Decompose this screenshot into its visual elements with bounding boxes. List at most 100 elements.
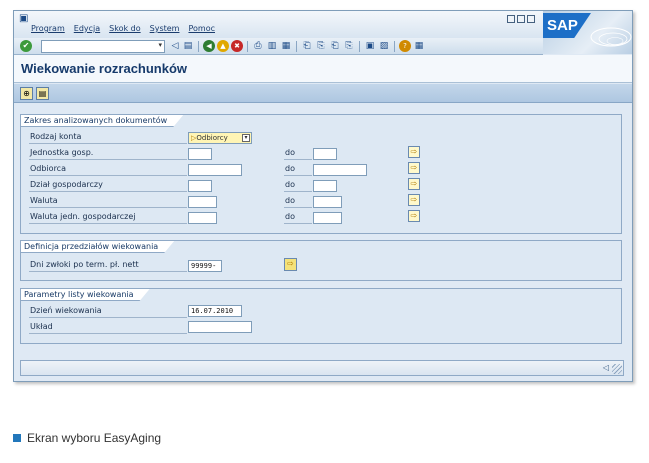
group-params-title: Parametry listy wiekowania [21, 289, 150, 301]
menu-system[interactable]: System [150, 24, 180, 33]
first-page-icon[interactable]: ⎗ [301, 40, 313, 52]
group-params: Parametry listy wiekowania Dzień wiekowa… [20, 288, 622, 344]
system-menu-icon[interactable]: ▣ [19, 13, 28, 24]
print-icon[interactable]: ⎙ [252, 40, 264, 52]
page-title: Wiekowanie rozrachunków [21, 61, 188, 76]
company-code-to-input[interactable] [313, 148, 337, 160]
group-scope: Zakres analizowanych dokumentów Rodzaj k… [20, 114, 622, 234]
currency-from-input[interactable] [188, 196, 217, 208]
back-nav-icon[interactable]: ◀ [203, 40, 215, 52]
multiple-selection-arrow-icon[interactable]: ⇨ [408, 210, 420, 222]
resize-grip-icon[interactable] [612, 364, 622, 374]
label-underline [29, 317, 187, 318]
prev-page-icon[interactable]: ⎘ [315, 40, 327, 52]
business-area-to-input[interactable] [313, 180, 337, 192]
execute-button[interactable]: ⊕ [20, 87, 33, 100]
back-icon[interactable]: ◁ [169, 40, 181, 52]
dropdown-icon[interactable]: ▾ [242, 134, 250, 142]
menu-pomoc[interactable]: Pomoc [188, 24, 215, 33]
edit-intervals-button[interactable]: ⇨ [284, 258, 297, 271]
multiple-selection-arrow-icon[interactable]: ⇨ [408, 162, 420, 174]
toolbar-separator [247, 41, 248, 52]
label-underline [284, 175, 312, 176]
figure-caption: Ekran wyboru EasyAging [13, 431, 161, 445]
label-underline [29, 271, 187, 272]
find-next-icon[interactable]: ▦ [280, 40, 292, 52]
application-toolbar: ⊕ ▤ [14, 84, 632, 103]
label-underline [284, 223, 312, 224]
multiple-selection-arrow-icon[interactable]: ⇨ [408, 146, 420, 158]
find-icon[interactable]: ▥ [266, 40, 278, 52]
minimize-button[interactable] [507, 15, 515, 23]
cancel-icon[interactable]: ✖ [231, 40, 243, 52]
to-label: do [285, 164, 295, 173]
account-type-value: Odbiorcy [196, 134, 228, 142]
menu-edycja[interactable]: Edycja [74, 24, 100, 33]
layout-label: Układ [30, 322, 53, 331]
days-overdue-input[interactable]: 99999- [188, 260, 222, 272]
business-area-from-input[interactable] [188, 180, 212, 192]
menu-items: Program Edycja Skok do System Pomoc [31, 24, 215, 33]
screen-title-bar: Wiekowanie rozrachunków [14, 55, 632, 83]
aging-date-input[interactable]: 16.07.2010 [188, 305, 242, 317]
label-underline [29, 143, 187, 144]
get-variant-button[interactable]: ▤ [36, 87, 49, 100]
standard-toolbar: ✔ ▾ ◁ ▤ ◀ ▲ ✖ ⎙ ▥ ▦ ⎗ ⎘ ⎗ ⎘ ▣ ▨ ? ▦ [14, 38, 543, 55]
maximize-button[interactable] [517, 15, 525, 23]
currency-to-input[interactable] [313, 196, 342, 208]
menu-skok-do[interactable]: Skok do [109, 24, 140, 33]
to-label: do [285, 180, 295, 189]
company-code-label: Jednostka gosp. [30, 148, 94, 157]
business-area-label: Dział gospodarczy [30, 180, 103, 189]
label-underline [29, 191, 187, 192]
label-underline [29, 333, 187, 334]
company-currency-to-input[interactable] [313, 212, 342, 224]
status-expand-icon[interactable]: ◁ [603, 363, 609, 372]
company-currency-label: Waluta jedn. gospodarczej [30, 212, 136, 221]
aging-date-label: Dzień wiekowania [30, 306, 102, 315]
multiple-selection-arrow-icon[interactable]: ⇨ [408, 178, 420, 190]
label-underline [29, 159, 187, 160]
last-page-icon[interactable]: ⎘ [343, 40, 355, 52]
dropdown-icon[interactable]: ▾ [158, 41, 162, 49]
account-type-label: Rodzaj konta [30, 132, 82, 141]
toolbar-separator [198, 41, 199, 52]
sap-window: ▣ Program Edycja Skok do System Pomoc SA… [13, 10, 633, 382]
account-type-select[interactable]: ▷Odbiorcy ▾ [188, 132, 252, 144]
currency-label: Waluta [30, 196, 58, 205]
window-controls [507, 15, 535, 23]
to-label: do [285, 196, 295, 205]
enter-icon[interactable]: ✔ [20, 40, 32, 52]
shortcut-icon[interactable]: ▨ [378, 40, 390, 52]
to-label: do [285, 212, 295, 221]
caption-text: Ekran wyboru EasyAging [27, 431, 162, 445]
company-currency-from-input[interactable] [188, 212, 217, 224]
multiple-selection-arrow-icon[interactable]: ⇨ [408, 194, 420, 206]
command-field[interactable]: ▾ [41, 40, 165, 53]
close-button[interactable] [527, 15, 535, 23]
group-intervals-title: Definicja przedziałów wiekowania [21, 241, 174, 253]
customer-to-input[interactable] [313, 164, 367, 176]
group-intervals: Definicja przedziałów wiekowania Dni zwł… [20, 240, 622, 281]
toolbar-separator [296, 41, 297, 52]
customer-from-input[interactable] [188, 164, 242, 176]
toolbar-separator [394, 41, 395, 52]
layout-icon[interactable]: ▦ [413, 40, 425, 52]
group-scope-title: Zakres analizowanych dokumentów [21, 115, 183, 127]
layout-input[interactable] [188, 321, 252, 333]
next-page-icon[interactable]: ⎗ [329, 40, 341, 52]
status-bar: ◁ [20, 360, 624, 376]
menu-program[interactable]: Program [31, 24, 65, 33]
company-code-from-input[interactable] [188, 148, 212, 160]
customer-label: Odbiorca [30, 164, 66, 173]
to-label: do [285, 148, 295, 157]
menu-bar: ▣ Program Edycja Skok do System Pomoc [14, 11, 632, 38]
label-underline [284, 191, 312, 192]
help-icon[interactable]: ? [399, 40, 411, 52]
sap-brand-area: SAP [543, 11, 632, 54]
new-session-icon[interactable]: ▣ [364, 40, 376, 52]
save-icon[interactable]: ▤ [182, 40, 194, 52]
label-underline [284, 159, 312, 160]
label-underline [29, 175, 187, 176]
exit-icon[interactable]: ▲ [217, 40, 229, 52]
